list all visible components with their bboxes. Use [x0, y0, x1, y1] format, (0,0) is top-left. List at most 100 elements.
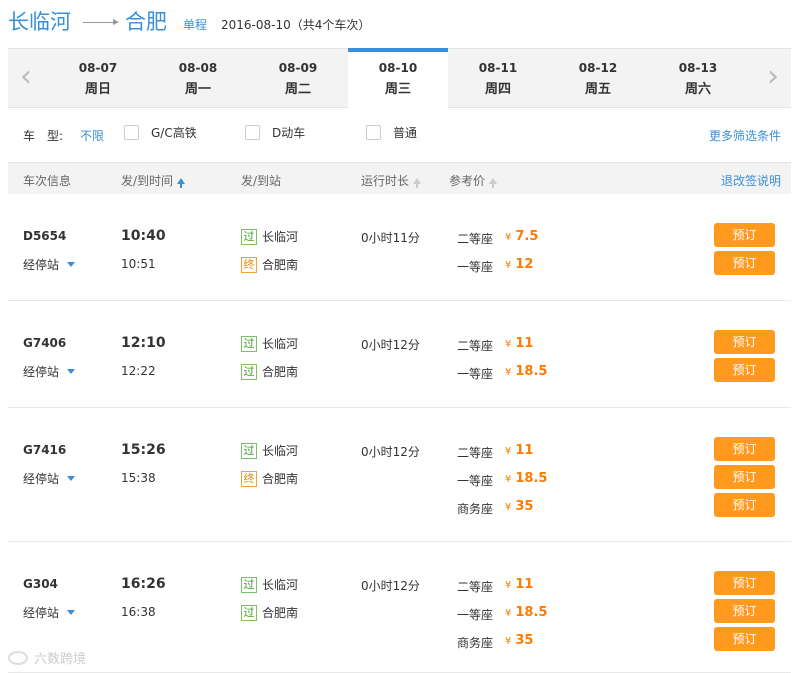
stops-toggle[interactable]: 经停站 — [23, 604, 76, 621]
seat-class: 二等座 — [457, 232, 494, 246]
col-duration-sort[interactable]: 运行时长 — [361, 172, 422, 189]
currency-symbol: ¥ — [505, 474, 512, 485]
station-name: 合肥南 — [262, 258, 299, 272]
book-button[interactable]: 预订 — [714, 437, 775, 461]
watermark: 六数跨境 — [8, 648, 86, 667]
book-button[interactable]: 预订 — [714, 330, 775, 354]
stops-toggle[interactable]: 经停站 — [23, 256, 76, 273]
price-value: 18.5 — [515, 605, 548, 620]
currency-symbol: ¥ — [505, 580, 512, 591]
trip-info: 2016-08-10（共4个车次） — [221, 18, 371, 32]
col-price-sort[interactable]: 参考价 — [449, 172, 498, 189]
arrival-station: 终合肥南 — [241, 256, 298, 273]
departure-time: 15:26 — [121, 442, 166, 458]
station-tag: 过 — [241, 363, 257, 380]
stops-label: 经停站 — [23, 472, 60, 486]
watermark-logo-icon — [8, 650, 28, 665]
book-button[interactable]: 预订 — [714, 599, 775, 623]
stops-label: 经停站 — [23, 365, 60, 379]
more-filters-link[interactable]: 更多筛选条件 — [709, 127, 781, 144]
book-button[interactable]: 预订 — [714, 223, 775, 247]
checkbox-d[interactable] — [245, 125, 260, 140]
seat-class: 一等座 — [457, 260, 494, 274]
checkbox-normal[interactable] — [366, 125, 381, 140]
price-value: 18.5 — [515, 364, 548, 379]
book-button[interactable]: 预订 — [714, 251, 775, 275]
train-number: G7406 — [23, 336, 67, 350]
date-tab-date: 08-12 — [578, 61, 618, 75]
table-row: G7416 经停站 15:26 15:38 过长临河终合肥南 0小时12分 二等座 ¥11 预订… — [8, 408, 791, 542]
price-value: 7.5 — [515, 229, 539, 244]
date-tab-date: 08-08 — [178, 61, 218, 75]
chevron-down-icon — [67, 369, 76, 374]
book-button[interactable]: 预订 — [714, 627, 775, 651]
col-label: 运行时长 — [361, 174, 410, 188]
stops-label: 经停站 — [23, 258, 60, 272]
trip-type-link[interactable]: 单程 — [183, 16, 207, 33]
station-tag: 终 — [241, 256, 257, 273]
prev-date-arrow-icon[interactable]: ‹ — [12, 62, 40, 93]
book-button[interactable]: 预订 — [714, 358, 775, 382]
chevron-down-icon — [67, 476, 76, 481]
filter-option-gc[interactable]: G/C高铁 — [124, 124, 197, 141]
date-tab-08-09[interactable]: 08-09 周二 — [248, 49, 348, 107]
date-tab-08-12[interactable]: 08-12 周五 — [548, 49, 648, 107]
departure-time: 12:10 — [121, 335, 166, 351]
arrival-time: 10:51 — [121, 257, 156, 271]
station-name: 长临河 — [262, 230, 299, 244]
results-table-header: 车次信息 发/到时间 发/到站 运行时长 参考价 退改签说明 — [8, 162, 791, 194]
seat-price: ¥11 — [505, 443, 533, 458]
departure-time: 10:40 — [121, 228, 166, 244]
price-value: 11 — [515, 336, 534, 351]
route-arrow-icon — [83, 19, 119, 25]
arrival-station: 终合肥南 — [241, 470, 298, 487]
departure-station: 过长临河 — [241, 442, 298, 459]
date-tab-08-11[interactable]: 08-11 周四 — [448, 49, 548, 107]
refund-policy-link[interactable]: 退改签说明 — [721, 172, 781, 189]
date-tab-date: 08-07 — [78, 61, 118, 75]
book-button[interactable]: 预订 — [714, 571, 775, 595]
seat-price: ¥18.5 — [505, 471, 547, 486]
stops-label: 经停站 — [23, 606, 60, 620]
filter-option-d[interactable]: D动车 — [245, 124, 305, 141]
filter-option-normal[interactable]: 普通 — [366, 124, 417, 141]
currency-symbol: ¥ — [505, 260, 512, 271]
col-time-sort[interactable]: 发/到时间 — [121, 172, 186, 189]
watermark-text: 六数跨境 — [34, 652, 87, 667]
table-row: D5654 经停站 10:40 10:51 过长临河终合肥南 0小时11分 二等座 ¥7.5 预… — [8, 194, 791, 301]
train-number: D5654 — [23, 229, 67, 243]
filter-option-label: G/C高铁 — [151, 126, 197, 140]
book-button[interactable]: 预订 — [714, 465, 775, 489]
arrival-time: 12:22 — [121, 364, 156, 378]
price-value: 35 — [515, 633, 534, 648]
date-tab-08-10[interactable]: 08-10 周三 — [348, 48, 448, 108]
seat-price: ¥12 — [505, 257, 533, 272]
train-type-filter: 车 型: 不限 G/C高铁 D动车 普通 更多筛选条件 — [8, 118, 791, 152]
seat-class: 一等座 — [457, 474, 494, 488]
seat-class: 一等座 — [457, 367, 494, 381]
date-tab-weekday: 周五 — [584, 82, 611, 97]
arrival-station: 过合肥南 — [241, 604, 298, 621]
seat-class: 商务座 — [457, 502, 494, 516]
currency-symbol: ¥ — [505, 502, 512, 513]
seat-price: ¥18.5 — [505, 605, 547, 620]
currency-symbol: ¥ — [505, 446, 512, 457]
checkbox-gc[interactable] — [124, 125, 139, 140]
chevron-down-icon — [67, 610, 76, 615]
departure-station: 过长临河 — [241, 228, 298, 245]
filter-all-link[interactable]: 不限 — [80, 127, 104, 144]
to-city: 合肥 — [125, 10, 167, 34]
station-name: 合肥南 — [262, 365, 299, 379]
next-date-arrow-icon[interactable]: › — [759, 62, 787, 93]
date-tab-08-07[interactable]: 08-07 周日 — [48, 49, 148, 107]
date-selector: ‹ 08-07 周日 08-08 周一 08-09 周二 08-10 周三 08-11 周四 08-… — [8, 48, 791, 108]
date-tab-08-08[interactable]: 08-08 周一 — [148, 49, 248, 107]
seat-price: ¥7.5 — [505, 229, 538, 244]
stops-toggle[interactable]: 经停站 — [23, 363, 76, 380]
price-value: 11 — [515, 577, 534, 592]
stops-toggle[interactable]: 经停站 — [23, 470, 76, 487]
date-tab-08-13[interactable]: 08-13 周六 — [648, 49, 748, 107]
route-header: 长临河 合肥 单程 2016-08-10（共4个车次） — [8, 6, 370, 38]
arrival-time: 15:38 — [121, 471, 156, 485]
book-button[interactable]: 预订 — [714, 493, 775, 517]
